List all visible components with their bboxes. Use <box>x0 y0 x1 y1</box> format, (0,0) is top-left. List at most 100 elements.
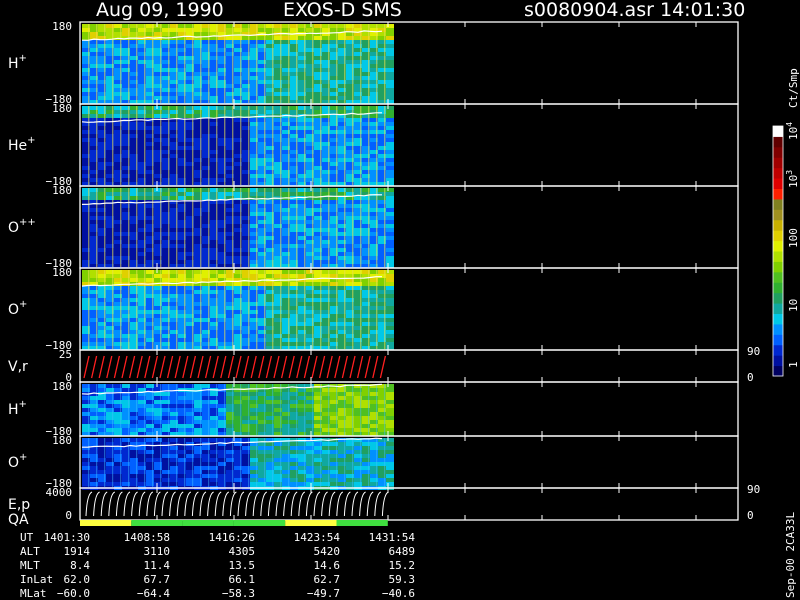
colorbar: 1 10 100 103 104 Ct/Smp <box>772 68 800 377</box>
panel-v-4: 250V,r900 <box>8 345 760 384</box>
panel-label: O++ <box>8 217 36 236</box>
table-cell: 59.3 <box>389 573 416 586</box>
colorbar-cell <box>773 355 783 367</box>
table-cell: 1914 <box>64 545 91 558</box>
ytick-min: 0 <box>65 509 72 522</box>
qa-segment <box>336 520 388 526</box>
header-time: 14:01:30 <box>660 0 745 21</box>
panel-label: V,r <box>8 359 28 375</box>
colorbar-cell <box>773 240 783 252</box>
right-axis-bottom: 0 <box>747 509 754 522</box>
colorbar-label: 10 <box>787 299 800 312</box>
panel-label: O+ <box>8 299 27 318</box>
table-cell: −60.0 <box>57 587 90 600</box>
colorbar-cell <box>773 271 783 283</box>
table-cell: −49.7 <box>307 587 340 600</box>
colorbar-cell <box>773 303 783 314</box>
table-cell: 3110 <box>144 545 171 558</box>
colorbar-cell <box>773 209 783 221</box>
colorbar-cell <box>773 198 783 210</box>
qa-segment <box>285 520 337 526</box>
table-cell: −58.3 <box>222 587 255 600</box>
qa-label: QA <box>8 512 29 528</box>
table-cell: 13.5 <box>229 559 256 572</box>
colorbar-cell <box>773 313 783 325</box>
right-axis-bottom: 0 <box>747 371 754 384</box>
energy-sweep <box>85 491 389 517</box>
colorbar-cell <box>773 323 783 335</box>
colorbar-cell <box>773 251 783 262</box>
ytick-max: 180 <box>52 102 72 115</box>
header-filename: s0080904.asr <box>524 0 654 21</box>
table-cell: −64.4 <box>137 587 170 600</box>
table-cell: 1401:30 <box>44 531 90 544</box>
colorbar-cell <box>773 167 783 179</box>
table-cell: 4305 <box>229 545 256 558</box>
table-cell: 67.7 <box>144 573 171 586</box>
panel-h-p-0: 180−180H+ <box>8 20 739 106</box>
colorbar-cell <box>773 261 783 273</box>
colorbar-cell <box>773 230 783 242</box>
ytick-max: 4000 <box>46 486 73 499</box>
header-date: Aug 09, 1990 <box>96 0 224 21</box>
table-cell: −40.6 <box>382 587 415 600</box>
table-row-label: MLat <box>20 587 47 600</box>
ytick-max: 180 <box>52 380 72 393</box>
qa-segment <box>233 520 286 526</box>
right-axis-top: 90 <box>747 345 760 358</box>
qa-segment <box>182 520 234 526</box>
colorbar-label: 103 <box>785 170 800 188</box>
colorbar-cell <box>773 219 783 231</box>
colorbar-unit: Ct/Smp <box>787 68 800 108</box>
panel-label: E,p <box>8 497 30 513</box>
table-cell: 62.0 <box>64 573 91 586</box>
table-cell: 5420 <box>314 545 341 558</box>
panel-o-p-6: 180−180O+ <box>8 434 739 490</box>
panel-he-p-1: 180−180He+ <box>8 102 739 188</box>
colorbar-cell <box>773 136 783 148</box>
table-cell: 1408:58 <box>124 531 170 544</box>
colorbar-cell <box>773 146 783 158</box>
colorbar-cell <box>773 292 783 304</box>
colorbar-cell <box>773 334 783 346</box>
colorbar-cell <box>773 188 783 200</box>
colorbar-cell <box>773 157 783 169</box>
ytick-max: 25 <box>59 348 72 361</box>
panel-o-pp-2: 180−180O++ <box>8 184 739 270</box>
panel-label: He+ <box>8 135 36 154</box>
table-cell: 11.4 <box>144 559 171 572</box>
table-cell: 6489 <box>389 545 416 558</box>
ytick-max: 180 <box>52 266 72 279</box>
ytick-max: 180 <box>52 20 72 33</box>
table-cell: 66.1 <box>229 573 256 586</box>
table-row-label: InLat <box>20 573 53 586</box>
table-cell: 1423:54 <box>294 531 341 544</box>
table-cell: 14.6 <box>314 559 341 572</box>
orbit-parameter-table: UT 1401:30 1408:58 1416:26 1423:54 1431:54 ALT… <box>20 531 415 600</box>
table-cell: 15.2 <box>389 559 416 572</box>
table-cell: 1416:26 <box>209 531 255 544</box>
colorbar-cell <box>773 178 783 189</box>
qa-segment <box>131 520 183 526</box>
colorbar-cell <box>773 126 783 137</box>
panels-layer: 180−180H+180−180He+180−180O++180−180O+25… <box>8 20 760 528</box>
colorbar-label: 104 <box>785 122 800 140</box>
panel-o-p-3: 180−180O+ <box>8 266 739 352</box>
panel-label: H+ <box>8 53 27 72</box>
panel-label: O+ <box>8 452 27 471</box>
table-row-label: ALT <box>20 545 40 558</box>
panel-label: H+ <box>8 399 27 418</box>
colorbar-label: 1 <box>787 361 800 368</box>
table-cell: 62.7 <box>314 573 341 586</box>
sms-spectrogram-plot: Aug 09, 1990 EXOS-D SMS s0080904.asr 14:… <box>8 0 800 600</box>
colorbar-cell <box>773 344 783 356</box>
table-row-label: MLT <box>20 559 40 572</box>
colorbar-cell <box>773 282 783 294</box>
ytick-max: 180 <box>52 184 72 197</box>
table-cell: 1431:54 <box>369 531 416 544</box>
qa-segment <box>80 520 132 526</box>
panel-h-p-5: 180−180H+ <box>8 380 739 438</box>
table-row-label: UT <box>20 531 34 544</box>
table-cell: 8.4 <box>70 559 90 572</box>
colorbar-label: 100 <box>787 228 800 248</box>
